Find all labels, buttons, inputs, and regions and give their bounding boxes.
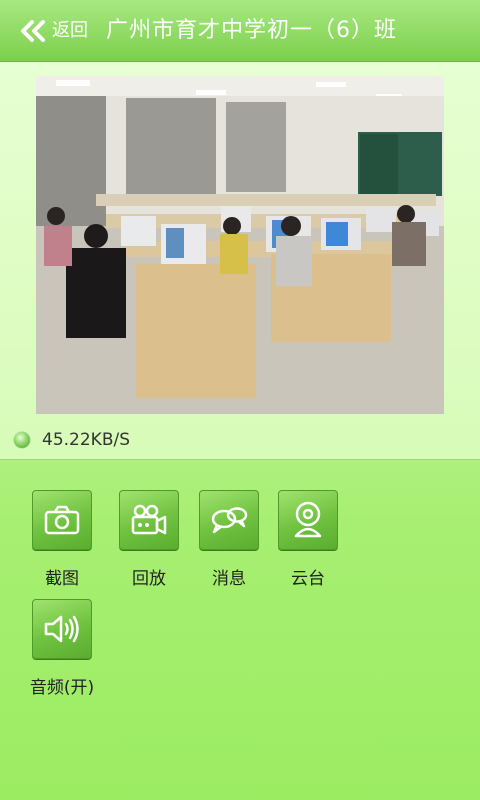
audio-toggle-button[interactable]: 音频(开) — [22, 599, 102, 698]
playback-label: 回放 — [132, 569, 166, 589]
message-label: 消息 — [212, 569, 246, 589]
live-video-feed[interactable] — [36, 76, 444, 414]
camera-icon — [32, 490, 92, 550]
audio-label: 音频(开) — [29, 678, 95, 698]
speaker-icon — [32, 599, 92, 659]
control-panel: 截图 回放 消息 云台 音频(开) — [0, 461, 480, 800]
webcam-icon — [278, 490, 338, 550]
back-button[interactable]: 返回 — [20, 16, 88, 46]
playback-button[interactable]: 回放 — [109, 490, 189, 589]
video-camera-icon — [119, 490, 179, 550]
network-speed: 45.22KB/S — [14, 428, 130, 452]
back-label: 返回 — [52, 20, 88, 41]
chat-bubbles-icon — [199, 490, 259, 550]
ptz-label: 云台 — [291, 569, 325, 589]
page-title: 广州市育才中学初一（6）班 — [106, 18, 397, 43]
double-chevron-left-icon — [20, 20, 48, 42]
speed-readout: 45.22KB/S — [42, 430, 130, 450]
message-button[interactable]: 消息 — [189, 490, 269, 589]
status-indicator-icon — [14, 432, 30, 448]
video-panel: 45.22KB/S — [0, 62, 480, 460]
ptz-button[interactable]: 云台 — [268, 490, 348, 589]
snapshot-button[interactable]: 截图 — [22, 490, 102, 589]
title-bar: 返回 广州市育才中学初一（6）班 — [0, 0, 480, 62]
snapshot-label: 截图 — [45, 569, 79, 589]
